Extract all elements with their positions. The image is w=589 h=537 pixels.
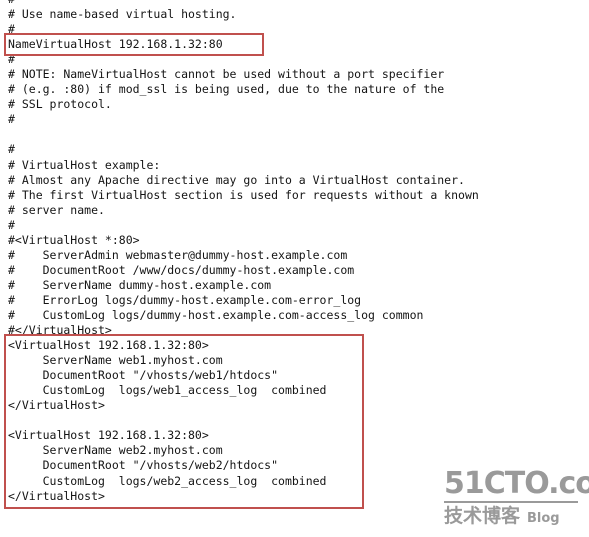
code-line-vhost1-customlog: CustomLog logs/web1_access_log combined [8, 383, 327, 398]
code-line: # VirtualHost example: [8, 157, 161, 172]
code-line: # [8, 217, 15, 232]
code-line: # CustomLog logs/dummy-host.example.com-… [8, 307, 424, 322]
code-line: # ServerAdmin webmaster@dummy-host.examp… [8, 247, 348, 262]
code-line: # [8, 112, 15, 127]
code-line: # [8, 0, 479, 7]
code-line: #</VirtualHost> [8, 323, 112, 338]
code-line: #<VirtualHost *:80> [8, 232, 140, 247]
code-line-vhost2-open: <VirtualHost 192.168.1.32:80> [8, 428, 209, 443]
watermark: 51CTO.com 技术博客 Blog [444, 466, 589, 531]
code-line-vhost1-open: <VirtualHost 192.168.1.32:80> [8, 338, 209, 353]
code-line: # Use name-based virtual hosting. [8, 7, 237, 22]
code-line-vhost2-servername: ServerName web2.myhost.com [8, 443, 223, 458]
code-line: # DocumentRoot /www/docs/dummy-host.exam… [8, 262, 355, 277]
code-line: # NOTE: NameVirtualHost cannot be used w… [8, 67, 445, 82]
code-line-vhost2-close: </VirtualHost> [8, 488, 105, 503]
code-line: # [8, 142, 15, 157]
watermark-tagline-row: 技术博客 Blog [444, 506, 580, 527]
code-line-vhost1-servername: ServerName web1.myhost.com [8, 353, 223, 368]
code-line: # (e.g. :80) if mod_ssl is being used, d… [8, 82, 445, 97]
code-line: # [8, 22, 15, 37]
code-line: # [8, 52, 15, 67]
watermark-site: 51CTO.com [444, 466, 589, 501]
code-line: # The first VirtualHost section is used … [8, 187, 479, 202]
code-line-vhost1-close: </VirtualHost> [8, 398, 105, 413]
watermark-divider [444, 501, 578, 503]
code-line: # ErrorLog logs/dummy-host.example.com-e… [8, 292, 362, 307]
code-line-namevirtualhost: NameVirtualHost 192.168.1.32:80 [8, 37, 223, 52]
code-line: # Almost any Apache directive may go int… [8, 172, 465, 187]
config-file-screenshot: ## Use name-based virtual hosting.#NameV… [0, 0, 589, 537]
config-file-text[interactable]: ## Use name-based virtual hosting.#NameV… [8, 0, 479, 504]
code-line: # server name. [8, 202, 105, 217]
code-line: # SSL protocol. [8, 97, 112, 112]
code-line-vhost1-documentroot: DocumentRoot "/vhosts/web1/htdocs" [8, 368, 279, 383]
watermark-tagline-en: Blog [527, 511, 560, 526]
watermark-tagline-cn: 技术博客 [444, 505, 521, 527]
code-line-vhost2-customlog: CustomLog logs/web2_access_log combined [8, 473, 327, 488]
code-line-vhost2-documentroot: DocumentRoot "/vhosts/web2/htdocs" [8, 458, 279, 473]
code-line: # ServerName dummy-host.example.com [8, 277, 272, 292]
